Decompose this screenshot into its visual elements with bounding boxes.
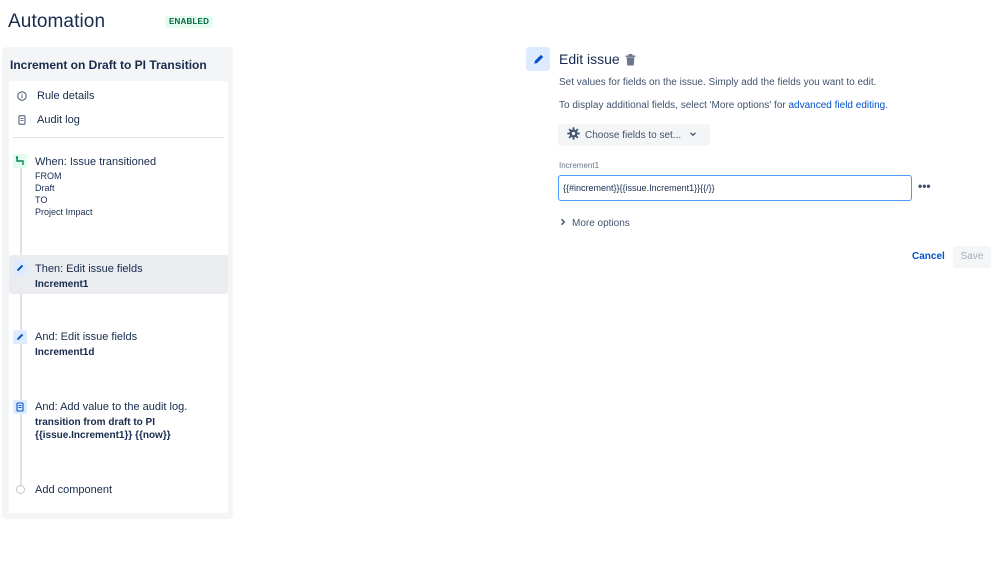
audit-log-icon <box>13 400 27 414</box>
add-component-icon <box>16 485 25 494</box>
transition-icon <box>13 154 27 168</box>
audit-log-label: Audit log <box>37 114 80 126</box>
status-badge: ENABLED <box>165 16 214 28</box>
action-edit-increment1[interactable]: Then: Edit issue fields Increment1 <box>9 255 228 294</box>
info-icon <box>17 91 27 101</box>
chevron-right-icon <box>560 218 566 229</box>
cancel-button[interactable]: Cancel <box>905 246 952 268</box>
action-title: And: Add value to the audit log. <box>35 401 188 413</box>
more-actions-icon[interactable]: ••• <box>918 179 931 193</box>
trigger-issue-transitioned[interactable]: When: Issue transitioned FROM Draft TO P… <box>9 151 228 223</box>
action-title: Then: Edit issue fields <box>35 263 143 275</box>
to-label: TO <box>35 195 48 205</box>
rule-panel: Increment on Draft to PI Transition Rule… <box>2 47 233 519</box>
hint-prefix: To display additional fields, select 'Mo… <box>559 100 789 111</box>
edit-issue-title: Edit issue <box>559 51 620 67</box>
hint-suffix: . <box>885 100 889 111</box>
choose-fields-label: Choose fields to set... <box>585 129 682 141</box>
more-options-toggle[interactable]: More options <box>560 218 630 229</box>
add-component-button[interactable]: Add component <box>35 484 112 496</box>
rule-outline: Rule details Audit log When: Issue trans… <box>9 81 228 513</box>
pencil-icon <box>13 330 27 344</box>
action-detail: Increment1 <box>35 279 89 290</box>
divider <box>13 137 224 138</box>
save-button[interactable]: Save <box>953 246 991 268</box>
rule-details-label: Rule details <box>37 90 95 102</box>
gear-icon <box>567 127 580 143</box>
advanced-editing-hint: To display additional fields, select 'Mo… <box>559 100 888 111</box>
rule-details-link[interactable]: Rule details <box>17 87 94 105</box>
action-detail: transition from draft to PI <box>35 417 155 428</box>
more-options-label: More options <box>572 218 630 229</box>
advanced-field-editing-link[interactable]: advanced field editing <box>789 100 886 111</box>
increment1-field[interactable] <box>558 175 912 201</box>
page-title: Automation <box>8 11 106 32</box>
to-value: Project Impact <box>35 207 93 217</box>
action-edit-increment1d[interactable]: And: Edit issue fields Increment1d <box>9 327 228 363</box>
document-icon <box>17 115 27 125</box>
action-title: And: Edit issue fields <box>35 331 138 343</box>
rule-name: Increment on Draft to PI Transition <box>10 58 207 72</box>
increment1-field-label: Increment1 <box>559 161 600 170</box>
trigger-title: When: Issue transitioned <box>35 156 157 168</box>
edit-issue-description: Set values for fields on the issue. Simp… <box>559 77 877 88</box>
pencil-icon <box>13 261 27 275</box>
action-audit-log[interactable]: And: Add value to the audit log. transit… <box>9 397 228 445</box>
action-detail: Increment1d <box>35 347 95 358</box>
from-value: Draft <box>35 183 55 193</box>
from-label: FROM <box>35 171 62 181</box>
audit-log-link[interactable]: Audit log <box>17 111 80 129</box>
chevron-down-icon <box>689 130 697 141</box>
trash-icon[interactable] <box>625 53 636 71</box>
action-detail: {{issue.Increment1}} {{now}} <box>35 430 171 441</box>
edit-issue-icon <box>526 47 550 71</box>
choose-fields-button[interactable]: Choose fields to set... <box>558 124 710 146</box>
